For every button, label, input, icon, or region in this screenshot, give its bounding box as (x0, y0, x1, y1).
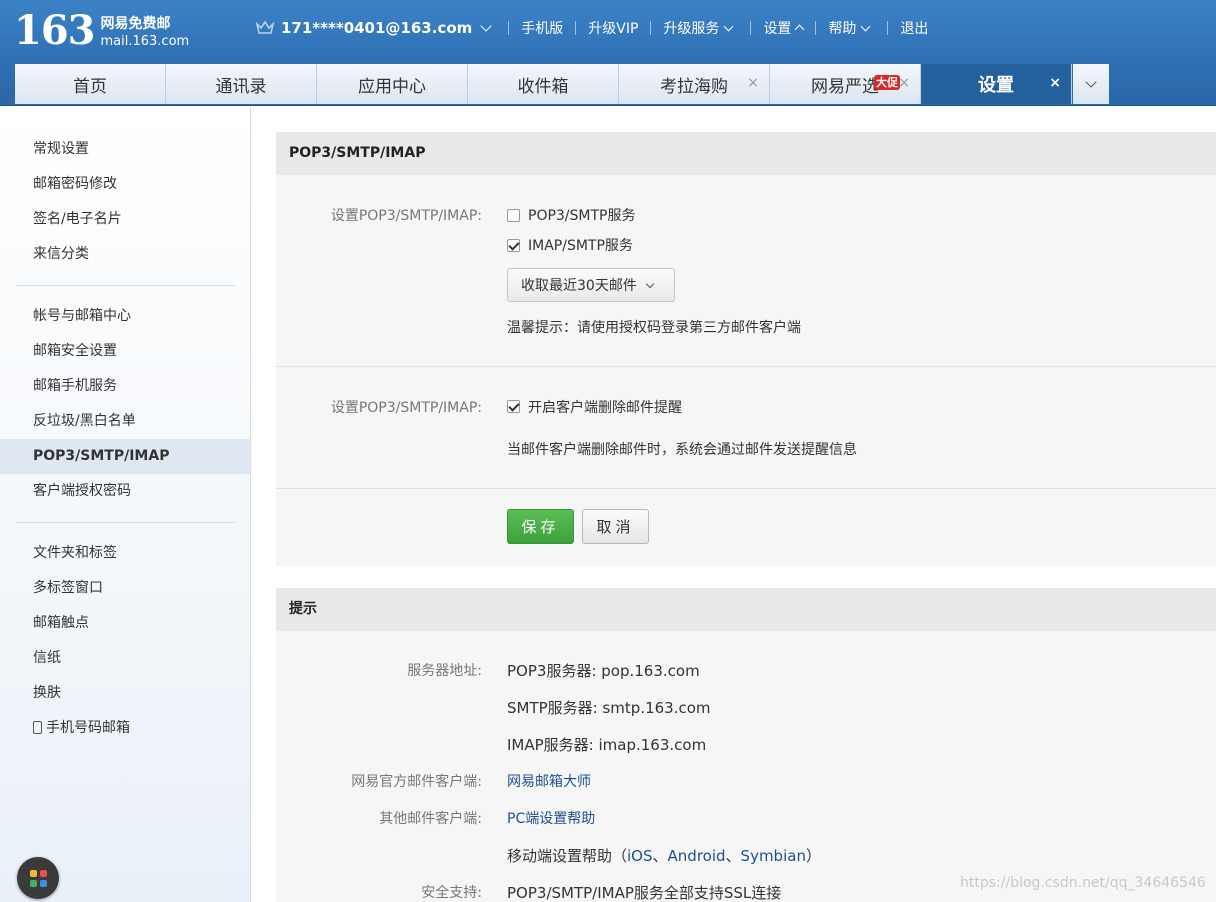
chevron-down-icon (645, 279, 655, 288)
help-menu[interactable]: 帮助 (828, 18, 875, 38)
mail-logo[interactable]: 163 网易免费邮 mail.163.com (14, 10, 189, 52)
android-help-link[interactable]: Android (668, 847, 726, 865)
account-email: 171****0401@163.com (281, 19, 473, 37)
imap-service-label: IMAP/SMTP服务 (528, 238, 633, 254)
logout-link[interactable]: 退出 (900, 18, 928, 38)
security-support-label: 安全支持: (421, 885, 482, 901)
promo-badge: 大促 (874, 75, 900, 90)
crown-icon (255, 20, 275, 34)
tab-inbox[interactable]: 收件箱 (468, 64, 619, 104)
chevron-down-icon (480, 20, 492, 32)
tab-kaola[interactable]: 考拉海购 × (619, 64, 770, 104)
mobile-version-link[interactable]: 手机版 (521, 18, 563, 38)
sidebar-divider (15, 285, 235, 286)
hints-panel: 提示 服务器地址: POP3服务器: pop.163.com SMTP服务器: … (276, 588, 1216, 902)
pc-setup-help-link[interactable]: PC端设置帮助 (507, 808, 595, 828)
upgrade-vip-link[interactable]: 升级VIP (588, 18, 638, 38)
sidebar-item-mail-rules[interactable]: 来信分类 (0, 237, 250, 272)
sidebar-item-antispam[interactable]: 反垃圾/黑白名单 (0, 404, 250, 439)
settings-sidebar: 常规设置 邮箱密码修改 签名/电子名片 来信分类 帐号与邮箱中心 邮箱安全设置 … (0, 107, 251, 902)
pop3-service-label: POP3/SMTP服务 (528, 208, 636, 224)
imap-service-checkbox[interactable] (507, 239, 520, 252)
delete-alert-setting-label: 设置POP3/SMTP/IMAP: (330, 400, 482, 416)
logo-domain: mail.163.com (100, 34, 190, 49)
logo-chinese: 网易免费邮 (100, 16, 171, 32)
server-address-label: 服务器地址: (407, 663, 482, 679)
close-icon[interactable]: × (898, 75, 910, 91)
logo-number: 163 (14, 7, 95, 54)
smtp-server: SMTP服务器: smtp.163.com (507, 699, 711, 717)
top-header: 163 网易免费邮 mail.163.com 171****0401@163.c… (0, 0, 1216, 106)
imap-server: IMAP服务器: imap.163.com (507, 736, 707, 754)
upgrade-service-menu[interactable]: 升级服务 (663, 18, 738, 38)
sidebar-item-pop3-smtp-imap[interactable]: POP3/SMTP/IMAP (0, 439, 250, 474)
sidebar-item-client-auth-code[interactable]: 客户端授权密码 (0, 474, 250, 509)
chevron-down-icon (723, 21, 734, 31)
symbian-help-link[interactable]: Symbian (741, 847, 806, 865)
close-icon[interactable]: × (747, 75, 759, 91)
other-client-label: 其他邮件客户端: (379, 811, 482, 827)
chevron-down-icon (1085, 76, 1097, 88)
delete-alert-description: 当邮件客户端删除邮件时，系统会通过邮件发送提醒信息 (507, 442, 857, 458)
tab-home[interactable]: 首页 (15, 64, 166, 104)
official-client-label: 网易官方邮件客户端: (351, 774, 482, 790)
pop3-settings-panel: POP3/SMTP/IMAP 设置POP3/SMTP/IMAP: POP3/SM… (276, 132, 1216, 566)
sidebar-item-stationery[interactable]: 信纸 (0, 641, 250, 676)
sidebar-item-account-center[interactable]: 帐号与邮箱中心 (0, 299, 250, 334)
hints-title: 提示 (276, 588, 1216, 631)
cancel-button[interactable]: 取消 (582, 509, 649, 544)
sidebar-item-touchpoints[interactable]: 邮箱触点 (0, 606, 250, 641)
sidebar-item-skin[interactable]: 换肤 (0, 676, 250, 711)
sidebar-item-multi-tab[interactable]: 多标签窗口 (0, 571, 250, 606)
mail-master-link[interactable]: 网易邮箱大师 (507, 771, 591, 791)
settings-menu[interactable]: 设置 (763, 18, 805, 38)
chevron-down-icon (860, 21, 871, 31)
fetch-range-select[interactable]: 收取最近30天邮件 (507, 268, 675, 302)
tab-app-center[interactable]: 应用中心 (317, 64, 468, 104)
auth-code-tip: 温馨提示：请使用授权码登录第三方邮件客户端 (507, 320, 801, 336)
tab-more-button[interactable] (1073, 64, 1109, 104)
delete-alert-checkbox[interactable] (507, 400, 520, 413)
watermark: https://blog.csdn.net/qq_34646546 (960, 875, 1206, 891)
apps-launcher-button[interactable] (17, 857, 59, 899)
chevron-up-icon (794, 24, 805, 35)
sidebar-item-security[interactable]: 邮箱安全设置 (0, 334, 250, 369)
sidebar-divider (15, 522, 235, 523)
save-button[interactable]: 保存 (507, 509, 574, 544)
sidebar-item-folders-labels[interactable]: 文件夹和标签 (0, 536, 250, 571)
ios-help-link[interactable]: iOS (627, 847, 653, 865)
mobile-setup-help: 移动端设置帮助（iOS、Android、Symbian） (507, 847, 821, 865)
panel-title: POP3/SMTP/IMAP (276, 132, 1216, 175)
sidebar-item-general[interactable]: 常规设置 (0, 132, 250, 167)
account-dropdown[interactable]: 171****0401@163.com (281, 19, 496, 37)
pop3-server: POP3服务器: pop.163.com (507, 662, 700, 680)
user-bar: 171****0401@163.com 手机版 升级VIP 升级服务 设置 帮助… (255, 18, 928, 38)
security-support-value: POP3/SMTP/IMAP服务全部支持SSL连接 (507, 884, 782, 902)
sidebar-item-mobile-service[interactable]: 邮箱手机服务 (0, 369, 250, 404)
phone-icon (33, 721, 42, 734)
service-setting-label: 设置POP3/SMTP/IMAP: (330, 208, 482, 224)
sidebar-item-phone-mailbox[interactable]: 手机号码邮箱 (0, 711, 250, 746)
delete-alert-label: 开启客户端删除邮件提醒 (528, 400, 682, 416)
tab-bar: 首页 通讯录 应用中心 收件箱 考拉海购 × 网易严选 × 设置 × (15, 64, 1109, 104)
close-icon[interactable]: × (1049, 75, 1061, 91)
sidebar-item-signature[interactable]: 签名/电子名片 (0, 202, 250, 237)
tab-settings[interactable]: 设置 × (921, 64, 1072, 104)
apps-grid-icon (29, 869, 47, 887)
sidebar-item-password[interactable]: 邮箱密码修改 (0, 167, 250, 202)
tab-contacts[interactable]: 通讯录 (166, 64, 317, 104)
pop3-service-checkbox[interactable] (507, 209, 520, 222)
